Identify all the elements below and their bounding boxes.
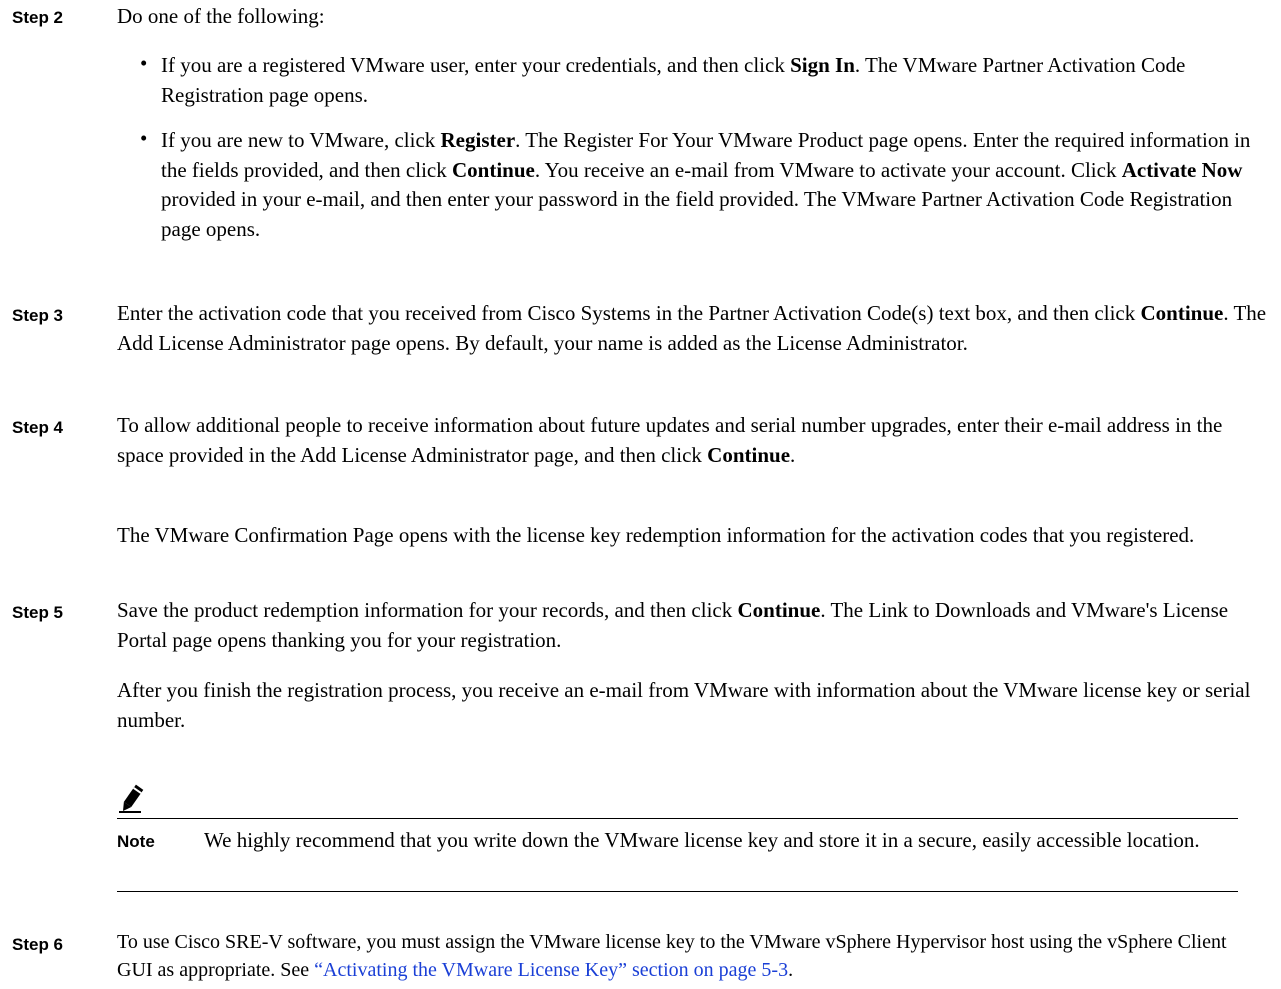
step-3-label: Step 3 [12,306,64,325]
step-2-label: Step 2 [12,8,64,27]
step-4-text: To allow additional people to receive in… [117,413,1223,467]
note-top-rule [117,818,1238,819]
step-5-para-2: After you finish the registration proces… [117,678,1251,732]
step-2-bullet-1: If you are a registered VMware user, ent… [161,53,1186,107]
step-3-text: Enter the activation code that you recei… [117,301,1267,355]
step-2-bullet-2: If you are new to VMware, click Register… [161,128,1251,241]
activating-license-key-link[interactable]: “Activating the VMware License Key” sect… [314,959,788,981]
step-5-label: Step 5 [12,603,64,622]
note-label: Note [117,832,155,851]
step-4-para-2: The VMware Confirmation Page opens with … [117,523,1195,547]
bullet-marker: • [140,126,148,150]
step-2-intro: Do one of the following: [117,4,325,28]
step-6-text: To use Cisco SRE-V software, you must as… [117,931,1227,981]
bullet-marker: • [140,51,148,75]
step-5-text: Save the product redemption information … [117,598,1229,652]
document-page: Step 2 Do one of the following: • If you… [0,0,1281,989]
step-4-label: Step 4 [12,418,64,437]
pencil-icon [117,783,147,820]
note-bottom-rule [117,891,1238,892]
step-6-label: Step 6 [12,935,64,954]
note-text: We highly recommend that you write down … [204,828,1200,852]
